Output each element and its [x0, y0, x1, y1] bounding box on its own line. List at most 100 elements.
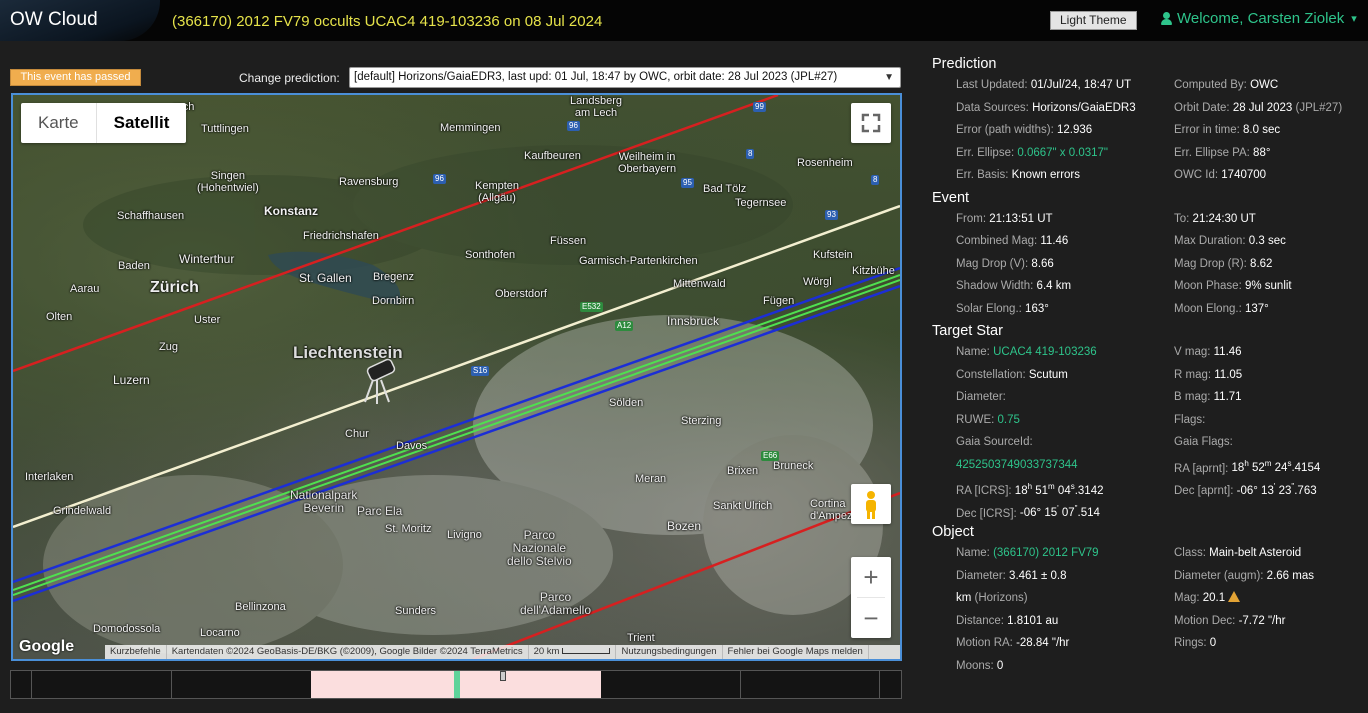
timeline-handle[interactable]	[500, 671, 506, 681]
constellation-value: Scutum	[1028, 368, 1068, 381]
computed-by-row: Computed By: OWC	[1174, 76, 1368, 99]
timeline-tick	[879, 671, 880, 698]
motion-ra-value: -28.84 "/hr	[1016, 637, 1070, 649]
street-view-pegman-button[interactable]	[851, 484, 891, 524]
map-label: Livigno	[447, 529, 482, 541]
err-ellipse-row: Err. Ellipse: 0.0667" x 0.0317"	[956, 144, 1174, 167]
b-mag-value: 11.71	[1213, 391, 1242, 403]
star-name-link[interactable]: UCAC4 419-103236	[993, 346, 1097, 358]
r-mag-row: R mag: 11.05	[1174, 366, 1368, 389]
map-type-satellit-button[interactable]: Satellit	[95, 103, 187, 143]
map-label: St. Gallen	[299, 271, 352, 285]
map-label: Chur	[345, 428, 369, 440]
welcome-text: Welcome, Carsten Ziolek	[1177, 10, 1345, 27]
field-label: RA [ICRS]:	[956, 484, 1015, 497]
zoom-out-button[interactable]: −	[851, 598, 891, 638]
field-label: Mag Drop (R):	[1174, 257, 1251, 270]
object-name-row: Name: (366170) 2012 FV79	[956, 544, 1174, 567]
event-passed-badge: This event has passed	[10, 69, 141, 86]
field-label: RA [aprnt]:	[1174, 462, 1232, 475]
event-timeline[interactable]	[10, 670, 902, 699]
moons-row: Moons: 0	[956, 657, 1174, 680]
solar-elong-row: Solar Elong.: 163°	[956, 300, 1174, 323]
map-label: Parco Nazionale dello Stelvio	[507, 528, 572, 568]
gaia-sourceid-link[interactable]: 4252503749033737344	[956, 459, 1078, 471]
map-label: Füssen	[550, 235, 587, 247]
map-label: Parc Ela	[357, 504, 403, 518]
dec-min: 07	[1061, 507, 1075, 520]
field-label: Mag Drop (V):	[956, 257, 1032, 270]
field-label: Orbit Date:	[1174, 101, 1233, 114]
mag-drop-v-value: 8.66	[1031, 257, 1054, 270]
map-label: Meran	[635, 473, 667, 485]
map-label: Brixen	[727, 465, 759, 477]
field-label: Constellation:	[956, 368, 1029, 381]
terms-link[interactable]: Nutzungsbedingungen	[616, 645, 723, 659]
dec-fraction: .763	[1294, 484, 1317, 497]
timeline-event-marker	[454, 671, 460, 698]
ruwe-value[interactable]: 0.75	[998, 414, 1020, 426]
fullscreen-button[interactable]	[851, 103, 891, 143]
details-panel: Prediction Last Updated: 01/Jul/24, 18:4…	[932, 56, 1362, 679]
from-value: 21:13:51 UT	[989, 212, 1053, 225]
object-diameter-value: 3.461 ± 0.8	[1009, 569, 1067, 582]
map-label: Aarau	[70, 283, 100, 295]
from-row: From: 21:13:51 UT	[956, 210, 1174, 233]
err-basis-value: Known errors	[1011, 169, 1080, 181]
road-shield: E532	[580, 302, 603, 312]
map-label: Rosenheim	[797, 157, 853, 169]
map-label: Sankt Ulrich	[713, 500, 773, 512]
road-shield: E66	[761, 451, 780, 461]
warning-icon[interactable]	[1228, 591, 1241, 602]
timeline-tick	[740, 671, 741, 698]
map-label: Wörgl	[803, 276, 832, 288]
map-type-karte-button[interactable]: Karte	[21, 103, 96, 143]
event-title: (366170) 2012 FV79 occults UCAC4 419-103…	[172, 13, 603, 30]
field-label: Motion RA:	[956, 637, 1017, 649]
field-label: B mag:	[1174, 391, 1214, 403]
field-label: V mag:	[1174, 346, 1214, 358]
last-updated-value: 01/Jul/24, 18:47 UT	[1030, 79, 1132, 91]
road-shield: 8	[871, 175, 880, 185]
map-view[interactable]: rach Tuttlingen Memmingen Landsberg am L…	[11, 93, 902, 661]
map-scale-label: 20 km	[533, 646, 560, 657]
pegman-icon	[866, 491, 876, 519]
prediction-select[interactable]: [default] Horizons/GaiaEDR3, last upd: 0…	[349, 67, 901, 88]
map-label: Dornbirn	[372, 295, 415, 307]
map-label: Sölden	[609, 397, 644, 409]
motion-ra-row: Motion RA: -28.84 "/hr	[956, 634, 1174, 657]
map-label: Liechtenstein	[293, 343, 403, 362]
keyboard-shortcuts-link[interactable]: Kurzbefehle	[105, 645, 167, 659]
ra-minutes: 52	[1251, 462, 1265, 475]
rings-value: 0	[1209, 637, 1217, 649]
r-mag-value: 11.05	[1214, 368, 1243, 381]
mag-value: 20.1	[1202, 592, 1226, 604]
class-row: Class: Main-belt Asteroid	[1174, 544, 1368, 567]
light-theme-button[interactable]: Light Theme	[1050, 11, 1137, 30]
ra-icrs-row: RA [ICRS]: 18h 51m 04s.3142	[956, 478, 1174, 501]
map-label: Schaffhausen	[117, 210, 185, 222]
zoom-in-button[interactable]: +	[851, 557, 891, 597]
brand-logo[interactable]: OW Cloud	[0, 0, 160, 41]
field-label: Mag:	[1174, 592, 1203, 604]
map-label: Bruneck	[773, 460, 814, 472]
object-name-link[interactable]: (366170) 2012 FV79	[993, 547, 1099, 559]
err-ellipse-value[interactable]: 0.0667" x 0.0317"	[1017, 147, 1108, 159]
ra-aprnt-row: RA [aprnt]: 18h 52m 24s.4154	[1174, 456, 1368, 479]
map-scale[interactable]: 20 km	[529, 645, 617, 659]
field-label: Err. Ellipse PA:	[1174, 146, 1254, 159]
ra-aprnt-value: 18h 52m 24s.4154	[1231, 459, 1321, 475]
mag-drop-r-value: 8.62	[1250, 257, 1273, 270]
field-label: Err. Ellipse:	[956, 146, 1018, 159]
to-value: 21:24:30 UT	[1192, 212, 1256, 225]
map-label: Bad Tölz	[703, 183, 747, 195]
moons-value: 0	[996, 659, 1004, 672]
max-duration-row: Max Duration: 0.3 sec	[1174, 232, 1368, 255]
map-label: Landsberg am Lech	[570, 95, 622, 119]
diameter-augm-row: Diameter (augm): 2.66 mas	[1174, 567, 1368, 590]
report-error-link[interactable]: Fehler bei Google Maps melden	[723, 645, 869, 659]
moon-elong-row: Moon Elong.: 137°	[1174, 300, 1368, 323]
map-label: Uster	[194, 314, 221, 326]
last-updated-row: Last Updated: 01/Jul/24, 18:47 UT	[956, 76, 1174, 99]
user-menu[interactable]: Welcome, Carsten Ziolek ▾	[1161, 10, 1357, 27]
